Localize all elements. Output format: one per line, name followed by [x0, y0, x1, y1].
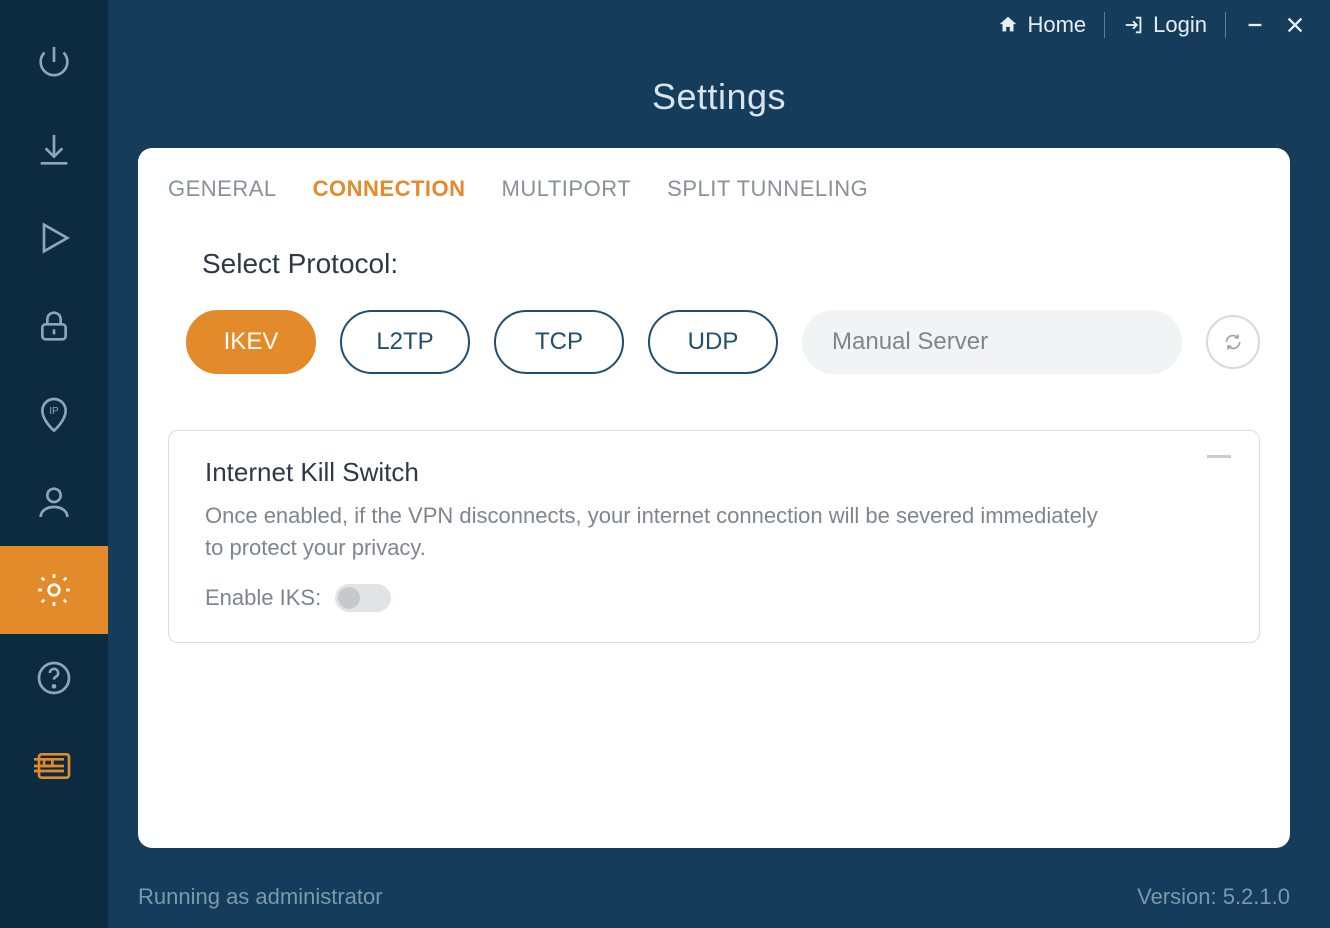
sidebar-item-play[interactable] — [0, 194, 108, 282]
gear-icon — [34, 570, 74, 610]
collapse-button[interactable] — [1207, 455, 1231, 458]
tab-multiport[interactable]: MULTIPORT — [502, 176, 632, 202]
tab-split-tunneling[interactable]: SPLIT TUNNELING — [667, 176, 868, 202]
refresh-icon — [1223, 332, 1243, 352]
protocol-tcp[interactable]: TCP — [494, 310, 624, 374]
minimize-icon — [1244, 14, 1266, 36]
help-icon — [34, 658, 74, 698]
page-title: Settings — [108, 76, 1330, 118]
select-protocol-label: Select Protocol: — [202, 248, 1260, 280]
kill-switch-title: Internet Kill Switch — [205, 457, 1223, 488]
sidebar-item-lock[interactable] — [0, 282, 108, 370]
protocol-udp[interactable]: UDP — [648, 310, 778, 374]
sidebar: IP — [0, 0, 108, 928]
topbar: Home Login — [108, 0, 1330, 50]
download-icon — [34, 130, 74, 170]
sidebar-item-power[interactable] — [0, 18, 108, 106]
sidebar-item-profile[interactable] — [0, 458, 108, 546]
power-icon — [34, 42, 74, 82]
toggle-knob — [338, 587, 360, 609]
enable-iks-toggle[interactable] — [335, 584, 391, 612]
sidebar-item-download[interactable] — [0, 106, 108, 194]
sidebar-item-settings[interactable] — [0, 546, 108, 634]
topbar-divider — [1104, 12, 1105, 38]
protocol-l2tp[interactable]: L2TP — [340, 310, 470, 374]
login-icon — [1123, 14, 1145, 36]
tab-connection[interactable]: CONNECTION — [313, 176, 466, 202]
sidebar-item-news[interactable] — [0, 722, 108, 810]
close-icon — [1284, 14, 1306, 36]
play-icon — [34, 218, 74, 258]
profile-icon — [34, 482, 74, 522]
manual-server-placeholder: Manual Server — [832, 328, 988, 356]
login-label: Login — [1153, 12, 1207, 38]
minimize-button[interactable] — [1244, 14, 1266, 36]
sidebar-item-help[interactable] — [0, 634, 108, 722]
settings-tabs: GENERAL CONNECTION MULTIPORT SPLIT TUNNE… — [168, 176, 1260, 202]
login-link[interactable]: Login — [1123, 12, 1207, 38]
kill-switch-description: Once enabled, if the VPN disconnects, yo… — [205, 500, 1105, 564]
news-icon — [34, 746, 74, 786]
main-area: Home Login Settings GENERAL CONNECTION M… — [108, 0, 1330, 928]
tab-general[interactable]: GENERAL — [168, 176, 277, 202]
enable-iks-label: Enable IKS: — [205, 585, 321, 611]
home-label: Home — [1027, 12, 1086, 38]
kill-switch-card: Internet Kill Switch Once enabled, if th… — [168, 430, 1260, 643]
version-label: Version: 5.2.1.0 — [1137, 884, 1290, 910]
svg-text:IP: IP — [49, 406, 59, 417]
sidebar-item-ip[interactable]: IP — [0, 370, 108, 458]
topbar-divider-2 — [1225, 12, 1226, 38]
footer: Running as administrator Version: 5.2.1.… — [138, 884, 1290, 910]
manual-server-field[interactable]: Manual Server — [802, 310, 1182, 374]
ip-pin-icon: IP — [34, 394, 74, 434]
close-button[interactable] — [1284, 14, 1306, 36]
home-icon — [997, 14, 1019, 36]
home-link[interactable]: Home — [997, 12, 1086, 38]
lock-icon — [34, 306, 74, 346]
kill-switch-enable-row: Enable IKS: — [205, 584, 1223, 612]
protocol-ikev[interactable]: IKEV — [186, 310, 316, 374]
admin-status: Running as administrator — [138, 884, 383, 910]
protocol-row: IKEV L2TP TCP UDP Manual Server — [186, 310, 1260, 374]
refresh-button[interactable] — [1206, 315, 1260, 369]
settings-card: GENERAL CONNECTION MULTIPORT SPLIT TUNNE… — [138, 148, 1290, 848]
